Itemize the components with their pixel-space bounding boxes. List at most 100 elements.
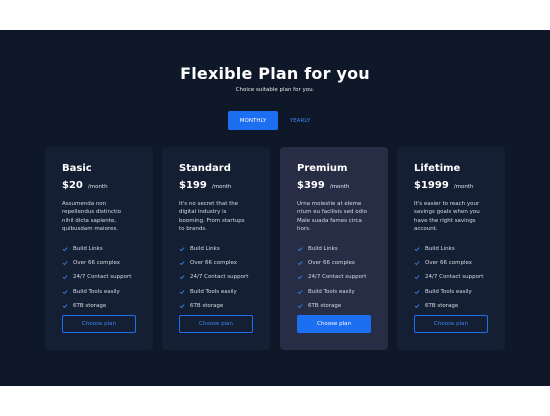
check-icon — [179, 304, 185, 309]
price-row: $399 /month — [297, 180, 350, 191]
desc-line: have the right savings — [414, 217, 476, 224]
feature-item: 6TB storage — [179, 299, 248, 313]
check-icon — [62, 289, 68, 294]
desc-line: Male suada fames circa — [297, 217, 362, 224]
desc-line: booming. From startups — [179, 217, 245, 224]
plan-card-lifetime: Lifetime $1999 /month It's easier to rea… — [397, 147, 505, 350]
plan-period: /month — [87, 184, 108, 190]
plan-price: $1999 — [414, 180, 449, 191]
check-icon — [179, 275, 185, 280]
check-icon — [414, 247, 420, 252]
feature-list: Build Links Over 66 complex 24/7 Contact… — [297, 242, 366, 313]
feature-item: Build Tools easily — [62, 285, 131, 299]
feature-item: 24/7 Contact support — [62, 270, 131, 284]
feature-label: Build Links — [425, 246, 455, 253]
desc-line: digital industry is — [179, 209, 227, 216]
feature-label: Over 66 complex — [190, 260, 238, 267]
feature-item: Over 66 complex — [179, 256, 248, 270]
desc-line: savings goals when you — [414, 209, 480, 216]
plan-description: It's no secret that the digital industry… — [179, 200, 259, 234]
feature-item: 6TB storage — [62, 299, 131, 313]
plan-period: /month — [211, 184, 232, 190]
check-icon — [297, 289, 303, 294]
feature-item: Build Links — [62, 242, 131, 256]
desc-line: to brands. — [179, 226, 207, 233]
feature-item: Over 66 complex — [414, 256, 483, 270]
check-icon — [62, 275, 68, 280]
plan-price: $199 — [179, 180, 207, 191]
feature-label: Build Links — [73, 246, 103, 253]
feature-list: Build Links Over 66 complex 24/7 Contact… — [179, 242, 248, 313]
feature-label: 6TB storage — [308, 302, 342, 309]
feature-item: 6TB storage — [414, 299, 483, 313]
price-row: $1999 /month — [414, 180, 474, 191]
feature-item: 6TB storage — [297, 299, 366, 313]
desc-line: repellendus distinctio — [62, 209, 122, 216]
check-icon — [179, 289, 185, 294]
feature-label: Build Tools easily — [308, 288, 355, 295]
price-row: $20 /month — [62, 180, 108, 191]
feature-item: 24/7 Contact support — [297, 270, 366, 284]
choose-plan-button[interactable]: Choose plan — [179, 315, 253, 333]
feature-label: Build Tools easily — [190, 288, 237, 295]
feature-label: Build Links — [190, 246, 220, 253]
check-icon — [414, 261, 420, 266]
feature-item: Build Links — [179, 242, 248, 256]
check-icon — [414, 275, 420, 280]
plan-price: $399 — [297, 180, 325, 191]
desc-line: It's no secret that the — [179, 201, 239, 207]
check-icon — [62, 247, 68, 252]
feature-list: Build Links Over 66 complex 24/7 Contact… — [62, 242, 131, 313]
feature-item: Build Tools easily — [414, 285, 483, 299]
feature-item: 24/7 Contact support — [179, 270, 248, 284]
plan-name: Basic — [62, 163, 92, 174]
plan-name: Standard — [179, 163, 231, 174]
plan-description: Assumenda non repellendus distinctio nih… — [62, 200, 142, 234]
check-icon — [62, 261, 68, 266]
feature-label: 24/7 Contact support — [190, 274, 249, 281]
feature-item: 24/7 Contact support — [414, 270, 483, 284]
plan-price: $20 — [62, 180, 83, 191]
page-subtitle: Choice suitable plan for you. — [235, 87, 315, 93]
plan-card-basic: Basic $20 /month Assumenda non repellend… — [45, 147, 153, 350]
choose-plan-button[interactable]: Choose plan — [62, 315, 136, 333]
plan-period: /month — [329, 184, 350, 190]
choose-plan-button[interactable]: Choose plan — [414, 315, 488, 333]
feature-label: Over 66 complex — [425, 260, 473, 267]
feature-label: Build Tools easily — [425, 288, 472, 295]
plan-description: Urna molestie at eleme ntum eu facilisis… — [297, 200, 377, 234]
desc-line: Assumenda non — [62, 201, 107, 207]
desc-line: nihil dicta sapiente, — [62, 217, 117, 224]
yearly-toggle-button[interactable]: YEARLY — [280, 111, 320, 130]
feature-item: Over 66 complex — [297, 256, 366, 270]
feature-label: 6TB storage — [190, 302, 224, 309]
feature-item: Build Tools easily — [297, 285, 366, 299]
plan-period: /month — [453, 184, 474, 190]
price-row: $199 /month — [179, 180, 232, 191]
feature-item: Build Links — [414, 242, 483, 256]
plan-description: It's easier to reach your savings goals … — [414, 200, 494, 234]
plan-card-premium: Premium $399 /month Urna molestie at ele… — [280, 147, 388, 350]
check-icon — [414, 304, 420, 309]
check-icon — [297, 247, 303, 252]
feature-label: Build Tools easily — [73, 288, 120, 295]
check-icon — [297, 304, 303, 309]
plan-name: Lifetime — [414, 163, 461, 174]
feature-label: Over 66 complex — [308, 260, 356, 267]
feature-item: Build Tools easily — [179, 285, 248, 299]
desc-line: ntum eu facilisis sed odio — [297, 209, 368, 216]
monthly-toggle-button[interactable]: MONTHLY — [228, 111, 278, 130]
check-icon — [62, 304, 68, 309]
page-title: Flexible Plan for you — [180, 64, 370, 83]
feature-label: 24/7 Contact support — [73, 274, 132, 281]
feature-item: Build Links — [297, 242, 366, 256]
plan-name: Premium — [297, 163, 348, 174]
feature-item: Over 66 complex — [62, 256, 131, 270]
desc-line: hors. — [297, 226, 311, 233]
feature-list: Build Links Over 66 complex 24/7 Contact… — [414, 242, 483, 313]
feature-label: 24/7 Contact support — [308, 274, 367, 281]
choose-plan-button[interactable]: Choose plan — [297, 315, 371, 333]
feature-label: 6TB storage — [425, 302, 459, 309]
desc-line: Urna molestie at eleme — [297, 201, 362, 207]
check-icon — [179, 247, 185, 252]
